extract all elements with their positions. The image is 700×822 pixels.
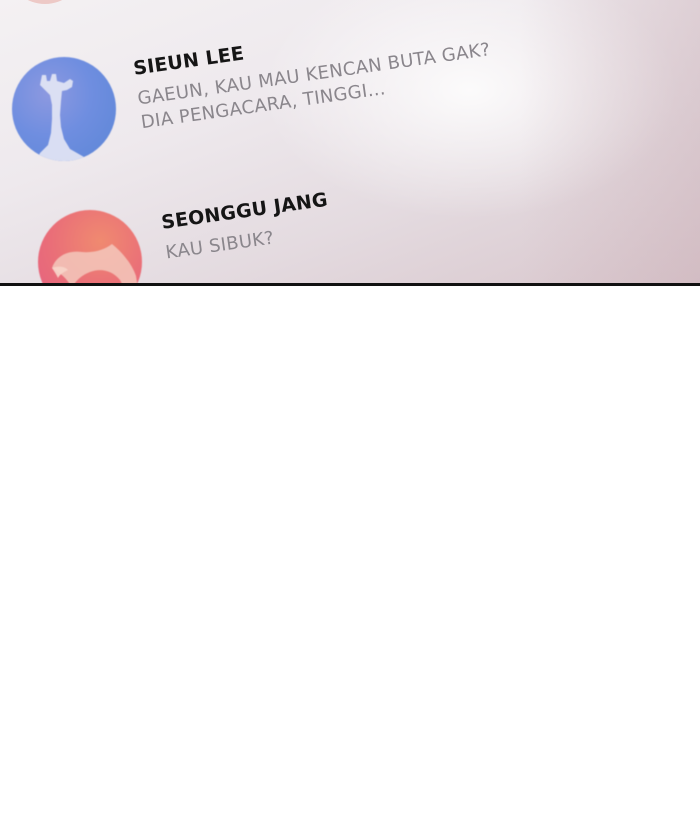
- avatar-seonggu-jang[interactable]: [38, 210, 142, 284]
- avatar-sieun-lee[interactable]: [12, 57, 116, 161]
- eagle-icon: [52, 244, 138, 284]
- avatar-partial-top: [10, 0, 80, 4]
- giraffe-icon: [36, 74, 92, 161]
- conversation-item-seonggu-jang[interactable]: SEONGGU JANG KAU SIBUK?: [160, 189, 334, 266]
- panel-border: [0, 283, 700, 286]
- chat-list-panel: SIEUN LEE GAEUN, KAU MAU KENCAN BUTA GAK…: [0, 0, 700, 284]
- panel-shade: [520, 0, 700, 284]
